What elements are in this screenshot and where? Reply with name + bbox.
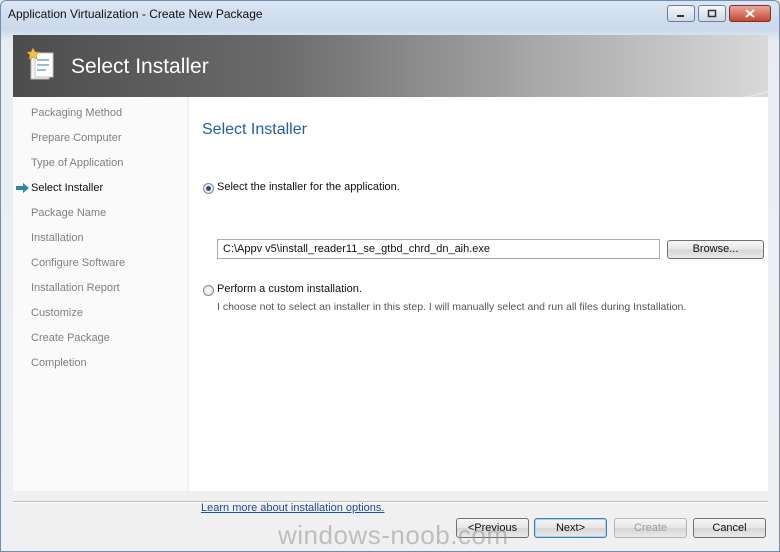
arrow-right-icon bbox=[16, 183, 29, 193]
title-bar[interactable]: Application Virtualization - Create New … bbox=[1, 1, 779, 27]
sidebar-item-configure-software: Configure Software bbox=[31, 257, 126, 269]
custom-installation-label[interactable]: Perform a custom installation. bbox=[217, 283, 362, 295]
select-installer-radio[interactable] bbox=[203, 183, 214, 194]
custom-installation-description: I choose not to select an installer in t… bbox=[217, 301, 687, 313]
next-button[interactable]: Next> bbox=[534, 518, 607, 538]
close-button[interactable] bbox=[729, 5, 771, 22]
sidebar-item-installation: Installation bbox=[31, 232, 84, 244]
sidebar-item-package-name: Package Name bbox=[31, 207, 107, 219]
radio-selected-dot bbox=[206, 186, 211, 191]
sidebar-item-select-installer: Select Installer bbox=[31, 182, 104, 194]
custom-installation-radio[interactable] bbox=[203, 285, 214, 296]
wizard-content-panel: Select Installer Select the installer fo… bbox=[189, 97, 768, 514]
sidebar-item-prepare-computer: Prepare Computer bbox=[31, 132, 122, 144]
header-banner: Select Installer bbox=[13, 35, 768, 97]
sidebar-item-create-package: Create Package bbox=[31, 332, 110, 344]
sidebar-item-customize: Customize bbox=[31, 307, 83, 319]
minimize-icon bbox=[677, 14, 684, 17]
close-icon bbox=[745, 9, 755, 18]
wizard-steps-sidebar: Packaging Method Prepare Computer Type o… bbox=[13, 97, 187, 491]
window-controls bbox=[667, 5, 771, 22]
watermark-text: windows-noob.com bbox=[278, 520, 509, 550]
maximize-button[interactable] bbox=[698, 5, 726, 22]
select-installer-label[interactable]: Select the installer for the application… bbox=[217, 181, 400, 193]
cancel-button[interactable]: Cancel bbox=[693, 518, 766, 538]
sidebar-item-completion: Completion bbox=[31, 357, 87, 369]
window-title: Application Virtualization - Create New … bbox=[8, 7, 263, 21]
sidebar-item-installation-report: Installation Report bbox=[31, 282, 120, 294]
wizard-client-area: Select Installer Packaging Method Prepar… bbox=[13, 35, 768, 543]
banner-title: Select Installer bbox=[71, 55, 209, 78]
page-heading: Select Installer bbox=[202, 121, 307, 138]
learn-more-link[interactable]: Learn more about installation options. bbox=[201, 502, 384, 514]
installer-path-input[interactable] bbox=[217, 239, 660, 259]
maximize-icon bbox=[707, 9, 717, 18]
footer-separator bbox=[13, 501, 768, 503]
sidebar-item-type-of-application: Type of Application bbox=[31, 157, 124, 169]
create-button: Create bbox=[614, 518, 687, 538]
minimize-button[interactable] bbox=[667, 5, 695, 22]
browse-button[interactable]: Browse... bbox=[667, 240, 764, 259]
wizard-icon bbox=[27, 47, 54, 80]
sidebar-item-packaging-method: Packaging Method bbox=[31, 107, 123, 119]
application-window: Application Virtualization - Create New … bbox=[0, 0, 780, 552]
